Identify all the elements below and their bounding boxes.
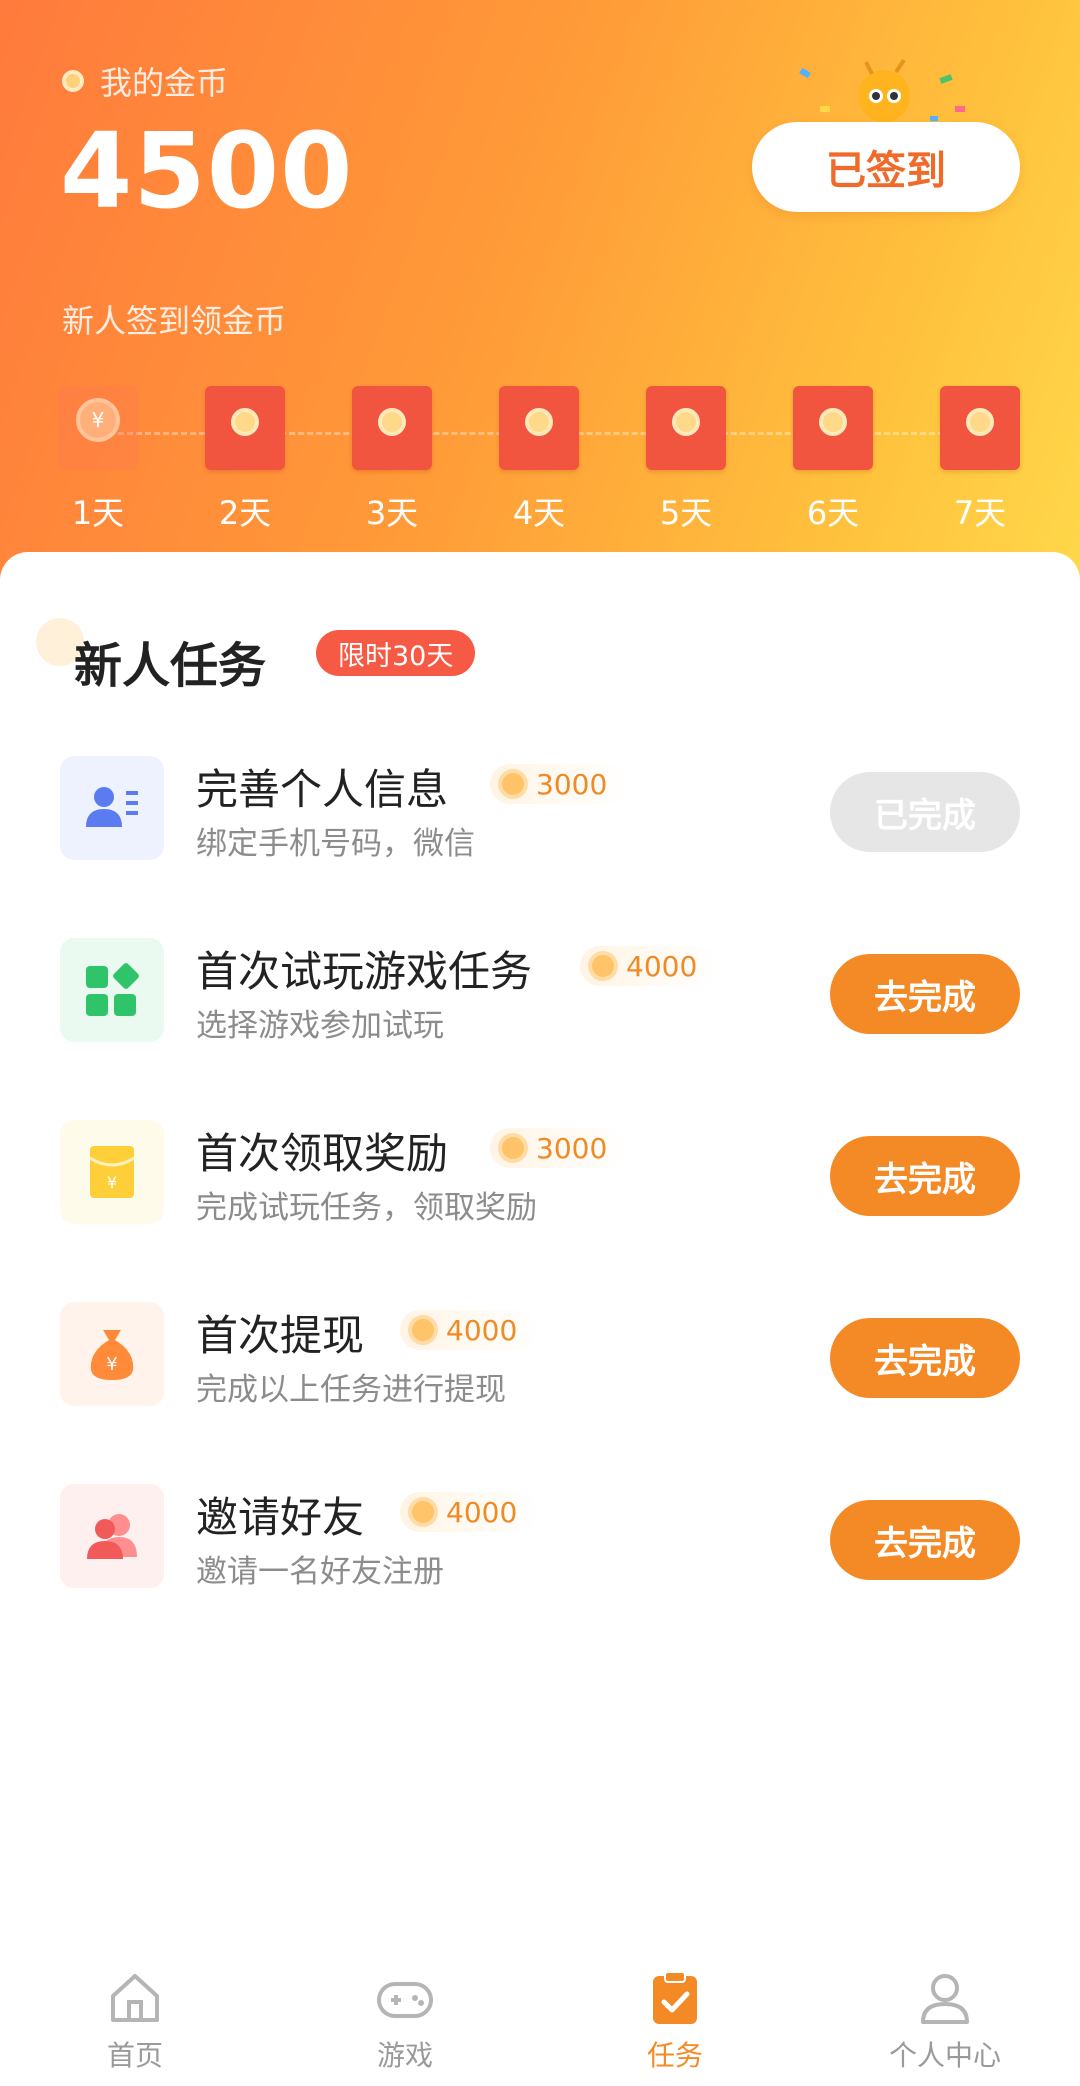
- checkin-day-6[interactable]: 6天: [793, 386, 873, 534]
- apps-icon: [60, 938, 164, 1042]
- coin-icon: [62, 70, 84, 92]
- reward-badge: 4000: [580, 946, 720, 986]
- reward-amount: 3000: [536, 767, 608, 801]
- tab-label: 任务: [646, 2039, 703, 2072]
- task-title: 邀请好友: [196, 1493, 365, 1542]
- red-envelope-icon: [793, 386, 873, 470]
- task-row: 完善个人信息 3000 绑定手机号码，微信 已完成: [0, 756, 1080, 896]
- task-row: 首次试玩游戏任务 4000 选择游戏参加试玩 去完成: [0, 938, 1080, 1078]
- reward-badge: 4000: [400, 1492, 540, 1532]
- day-label: 1天: [71, 494, 125, 532]
- svg-text:¥: ¥: [107, 1173, 117, 1192]
- coin-icon: ¥: [76, 398, 120, 442]
- coin-balance: 4500: [60, 110, 354, 232]
- coin-icon: [408, 1497, 438, 1527]
- red-envelope-icon: [646, 386, 726, 470]
- task-title: 首次试玩游戏任务: [196, 947, 533, 996]
- svg-text:¥: ¥: [106, 1354, 117, 1375]
- task-description: 完成试玩任务，领取奖励: [196, 1190, 537, 1226]
- red-envelope-icon: ¥: [58, 386, 138, 470]
- tab-tasks[interactable]: 任务: [540, 1946, 810, 2086]
- reward-badge: 4000: [400, 1310, 540, 1350]
- task-row: ¥ 首次提现 4000 完成以上任务进行提现 去完成: [0, 1302, 1080, 1442]
- tab-label: 首页: [106, 2039, 163, 2072]
- coin-icon: [378, 408, 406, 436]
- checkin-title: 新人签到领金币: [62, 302, 287, 340]
- checkin-day-2[interactable]: 2天: [205, 386, 285, 534]
- checkin-day-1[interactable]: ¥ 1天: [58, 386, 138, 534]
- coin-icon: [966, 408, 994, 436]
- task-row: 邀请好友 4000 邀请一名好友注册 去完成: [0, 1484, 1080, 1624]
- task-completed-button[interactable]: 已完成: [830, 772, 1020, 852]
- signed-in-button[interactable]: 已签到: [752, 122, 1020, 212]
- coin-icon: [498, 769, 528, 799]
- reward-amount: 4000: [626, 949, 698, 983]
- coin-icon: [672, 408, 700, 436]
- day-label: 4天: [512, 494, 566, 532]
- tab-label: 个人中心: [888, 2039, 1001, 2072]
- reward-amount: 4000: [446, 1495, 518, 1529]
- red-envelope-icon: [940, 386, 1020, 470]
- red-envelope-icon: ¥: [60, 1120, 164, 1224]
- go-complete-button[interactable]: 去完成: [830, 1136, 1020, 1216]
- task-title: 首次领取奖励: [196, 1129, 449, 1178]
- user-card-icon: [60, 756, 164, 860]
- tab-home[interactable]: 首页: [0, 1946, 270, 2086]
- header-banner: 我的金币 4500 已签到 新人签到领金币 ¥ 1天 2天 3天 4天 5天 6…: [0, 0, 1080, 600]
- red-envelope-icon: [205, 386, 285, 470]
- section-title: 新人任务: [74, 638, 267, 694]
- red-envelope-icon: [352, 386, 432, 470]
- coin-icon: [408, 1315, 438, 1345]
- task-title: 完善个人信息: [196, 765, 449, 814]
- coin-icon: [498, 1133, 528, 1163]
- go-complete-button[interactable]: 去完成: [830, 1500, 1020, 1580]
- bottom-tab-bar: 首页 游戏 任务 个人中心: [0, 1946, 1080, 2086]
- checkin-day-7[interactable]: 7天: [940, 386, 1020, 534]
- task-description: 完成以上任务进行提现: [196, 1372, 506, 1408]
- person-icon: [921, 1974, 969, 2024]
- friends-icon: [60, 1484, 164, 1588]
- tab-profile[interactable]: 个人中心: [810, 1946, 1080, 2086]
- go-complete-button[interactable]: 去完成: [830, 1318, 1020, 1398]
- task-description: 绑定手机号码，微信: [196, 826, 475, 862]
- task-description: 选择游戏参加试玩: [196, 1008, 444, 1044]
- red-envelope-icon: [499, 386, 579, 470]
- coin-icon: [588, 951, 618, 981]
- reward-badge: 3000: [490, 764, 630, 804]
- my-coins-label: 我的金币: [62, 58, 228, 104]
- gamepad-icon: [377, 1982, 433, 2018]
- my-coins-text: 我的金币: [100, 64, 229, 102]
- task-title: 首次提现: [196, 1311, 365, 1360]
- checkin-day-5[interactable]: 5天: [646, 386, 726, 534]
- day-label: 5天: [659, 494, 713, 532]
- day-label: 7天: [953, 494, 1007, 532]
- home-icon: [111, 1974, 159, 2022]
- tab-games[interactable]: 游戏: [270, 1946, 540, 2086]
- coin-icon: [231, 408, 259, 436]
- reward-badge: 3000: [490, 1128, 630, 1168]
- go-complete-button[interactable]: 去完成: [830, 954, 1020, 1034]
- time-limit-badge: 限时30天: [316, 630, 476, 676]
- money-bag-icon: ¥: [60, 1302, 164, 1406]
- task-icon: [653, 1971, 697, 2024]
- task-description: 邀请一名好友注册: [196, 1554, 444, 1590]
- checkin-day-3[interactable]: 3天: [352, 386, 432, 534]
- tab-label: 游戏: [376, 2039, 433, 2072]
- day-label: 3天: [365, 494, 419, 532]
- coin-icon: [525, 408, 553, 436]
- day-label: 6天: [806, 494, 860, 532]
- checkin-day-4[interactable]: 4天: [499, 386, 579, 534]
- reward-amount: 3000: [536, 1131, 608, 1165]
- day-label: 2天: [218, 494, 272, 532]
- coin-icon: [819, 408, 847, 436]
- task-row: ¥ 首次领取奖励 3000 完成试玩任务，领取奖励 去完成: [0, 1120, 1080, 1260]
- reward-amount: 4000: [446, 1313, 518, 1347]
